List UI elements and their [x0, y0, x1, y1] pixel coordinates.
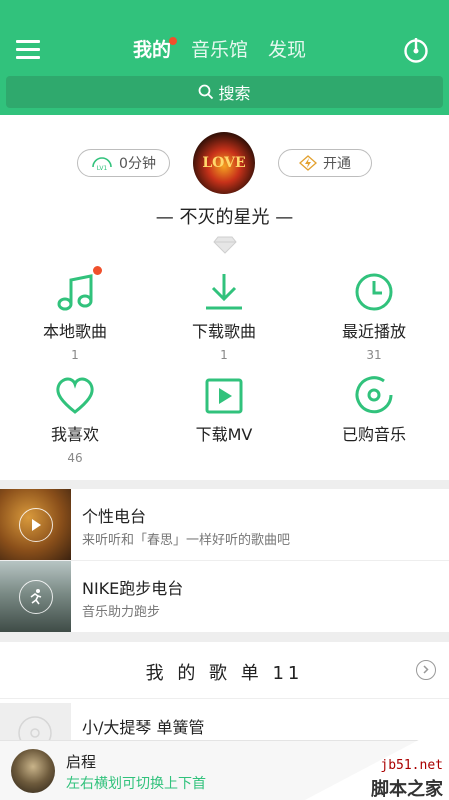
- playlist-name: 小/大提琴 单簧管: [82, 718, 205, 737]
- menu-icon[interactable]: [16, 40, 40, 60]
- vip-open-pill[interactable]: 开通: [278, 149, 372, 177]
- grid-favorites[interactable]: 我喜欢 46: [0, 373, 150, 465]
- lightning-icon: [299, 155, 317, 171]
- music-note-icon: [57, 274, 93, 311]
- radio-subtitle: 音乐助力跑步: [82, 605, 161, 620]
- search-label: 搜索: [218, 84, 251, 103]
- svg-text:LV1: LV1: [97, 165, 108, 171]
- top-bar: 我的 音乐馆 发现 搜索: [0, 0, 449, 115]
- album-cover[interactable]: [11, 749, 55, 793]
- grid-count: 1: [71, 348, 79, 362]
- search-icon: [199, 84, 214, 100]
- radio-thumbnail: [0, 561, 71, 632]
- radio-nike-running[interactable]: NIKE跑步电台 音乐助力跑步: [0, 561, 449, 632]
- play-icon: [19, 508, 53, 542]
- playlist-item[interactable]: 小/大提琴 单簧管: [0, 698, 449, 750]
- my-playlists-header[interactable]: 我 的 歌 单 11: [0, 642, 449, 698]
- username[interactable]: — 不灭的星光 —: [0, 203, 449, 229]
- notification-dot: [169, 37, 178, 45]
- tab-music-hall[interactable]: 音乐馆: [191, 36, 248, 66]
- tab-mine-label: 我的: [133, 39, 172, 61]
- search-bar[interactable]: 搜索: [6, 76, 443, 108]
- grid-recent-played[interactable]: 最近播放 31: [299, 270, 449, 362]
- listen-time-label: 0分钟: [119, 156, 156, 172]
- grid-local-songs[interactable]: 本地歌曲 1: [0, 266, 150, 362]
- grid-count: 1: [220, 348, 228, 362]
- timer-icon[interactable]: [402, 36, 430, 64]
- radio-personal[interactable]: 个性电台 来听听和「春思」一样好听的歌曲吧: [0, 489, 449, 560]
- new-badge: [93, 266, 102, 275]
- tab-music-hall-label: 音乐馆: [191, 39, 249, 61]
- grid-label: 最近播放: [341, 322, 406, 341]
- grid-count: 31: [366, 348, 382, 362]
- swipe-hint: 左右横划可切换上下首: [66, 776, 206, 792]
- clock-icon: [355, 273, 393, 311]
- heart-icon: [56, 377, 94, 414]
- grid-label: 本地歌曲: [42, 322, 107, 341]
- chevron-right-icon[interactable]: [416, 660, 436, 680]
- running-icon: [19, 580, 53, 614]
- my-playlists-title: 我 的 歌 单 11: [145, 663, 304, 684]
- grid-count: 46: [67, 451, 83, 465]
- avatar[interactable]: LOVE: [193, 132, 255, 194]
- diamond-icon[interactable]: [213, 236, 237, 254]
- radio-title: NIKE跑步电台: [82, 579, 184, 598]
- section-divider: [0, 480, 449, 489]
- radio-title: 个性电台: [82, 507, 147, 526]
- grid-label: 我喜欢: [50, 425, 99, 444]
- profile-section: LV1 0分钟 LOVE 开通 — 不灭的星光 — 本地歌曲 1 下载歌曲 1 …: [0, 115, 449, 480]
- grid-purchased-music[interactable]: 已购音乐: [299, 373, 449, 445]
- video-play-icon: [205, 378, 243, 414]
- grid-downloaded-songs[interactable]: 下载歌曲 1: [149, 270, 299, 362]
- main-tabs: 我的 音乐馆 发现: [133, 36, 306, 66]
- grid-label: 下载MV: [195, 425, 253, 444]
- avatar-text: LOVE: [202, 155, 246, 171]
- radio-thumbnail: [0, 489, 71, 560]
- grid-label: 已购音乐: [341, 425, 406, 444]
- tab-discover-label: 发现: [268, 39, 307, 61]
- watermark-url: jb51.net: [380, 758, 443, 773]
- grid-downloaded-mv[interactable]: 下载MV: [149, 373, 299, 445]
- tab-discover[interactable]: 发现: [268, 36, 306, 66]
- level-lv1-icon: LV1: [92, 157, 112, 171]
- tab-mine[interactable]: 我的: [133, 36, 178, 66]
- vip-open-label: 开通: [323, 156, 351, 172]
- track-title: 启程: [66, 753, 97, 771]
- listen-time-pill[interactable]: LV1 0分钟: [77, 149, 170, 177]
- disc-icon: [355, 376, 393, 414]
- radio-subtitle: 来听听和「春思」一样好听的歌曲吧: [82, 533, 291, 548]
- grid-label: 下载歌曲: [191, 322, 256, 341]
- section-divider: [0, 632, 449, 642]
- watermark-name: 脚本之家: [371, 779, 443, 800]
- download-icon: [206, 274, 242, 310]
